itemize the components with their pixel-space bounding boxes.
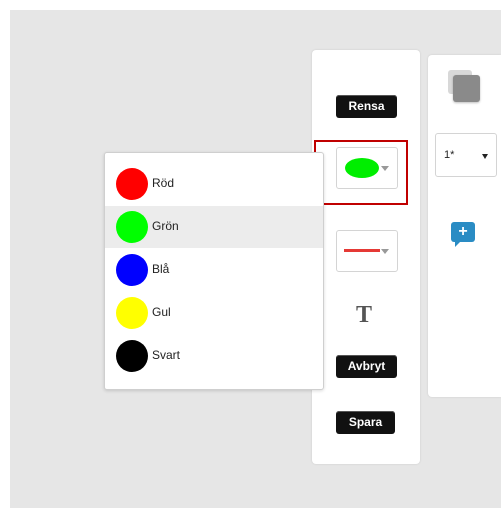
color-option-label: Grön: [152, 219, 179, 233]
color-option-label: Blå: [152, 262, 170, 276]
chevron-down-icon: [381, 249, 389, 254]
color-menu: Röd Grön Blå Gul Svart: [104, 152, 324, 390]
color-option-label: Gul: [152, 305, 171, 319]
color-option-green[interactable]: Grön: [105, 206, 323, 248]
color-swatch: [116, 211, 148, 243]
cancel-button[interactable]: Avbryt: [336, 355, 397, 378]
color-option-blue[interactable]: Blå: [105, 249, 323, 291]
color-option-yellow[interactable]: Gul: [105, 292, 323, 334]
selection-highlight: [314, 140, 408, 205]
color-swatch: [116, 297, 148, 329]
color-option-red[interactable]: Röd: [105, 163, 323, 205]
add-comment-icon[interactable]: +: [451, 222, 475, 247]
color-option-label: Svart: [152, 348, 181, 362]
color-swatch: [116, 168, 148, 200]
clear-button[interactable]: Rensa: [336, 95, 397, 118]
color-option-label: Röd: [152, 176, 175, 190]
color-swatch: [116, 254, 148, 286]
drawing-toolbar: Rensa T Avbryt Spara: [312, 50, 420, 464]
layer-square-icon[interactable]: [448, 70, 480, 102]
save-button[interactable]: Spara: [336, 411, 395, 434]
color-option-black[interactable]: Svart: [105, 335, 323, 377]
text-tool-icon[interactable]: T: [356, 302, 372, 329]
line-width-value: 1*: [444, 149, 455, 161]
color-swatch: [116, 340, 148, 372]
line-width-select[interactable]: 1*: [435, 133, 497, 177]
line-style-dropdown[interactable]: [336, 230, 398, 272]
line-color-swatch: [344, 249, 380, 252]
properties-panel: 1* +: [428, 55, 501, 397]
chevron-down-icon: [482, 154, 488, 159]
